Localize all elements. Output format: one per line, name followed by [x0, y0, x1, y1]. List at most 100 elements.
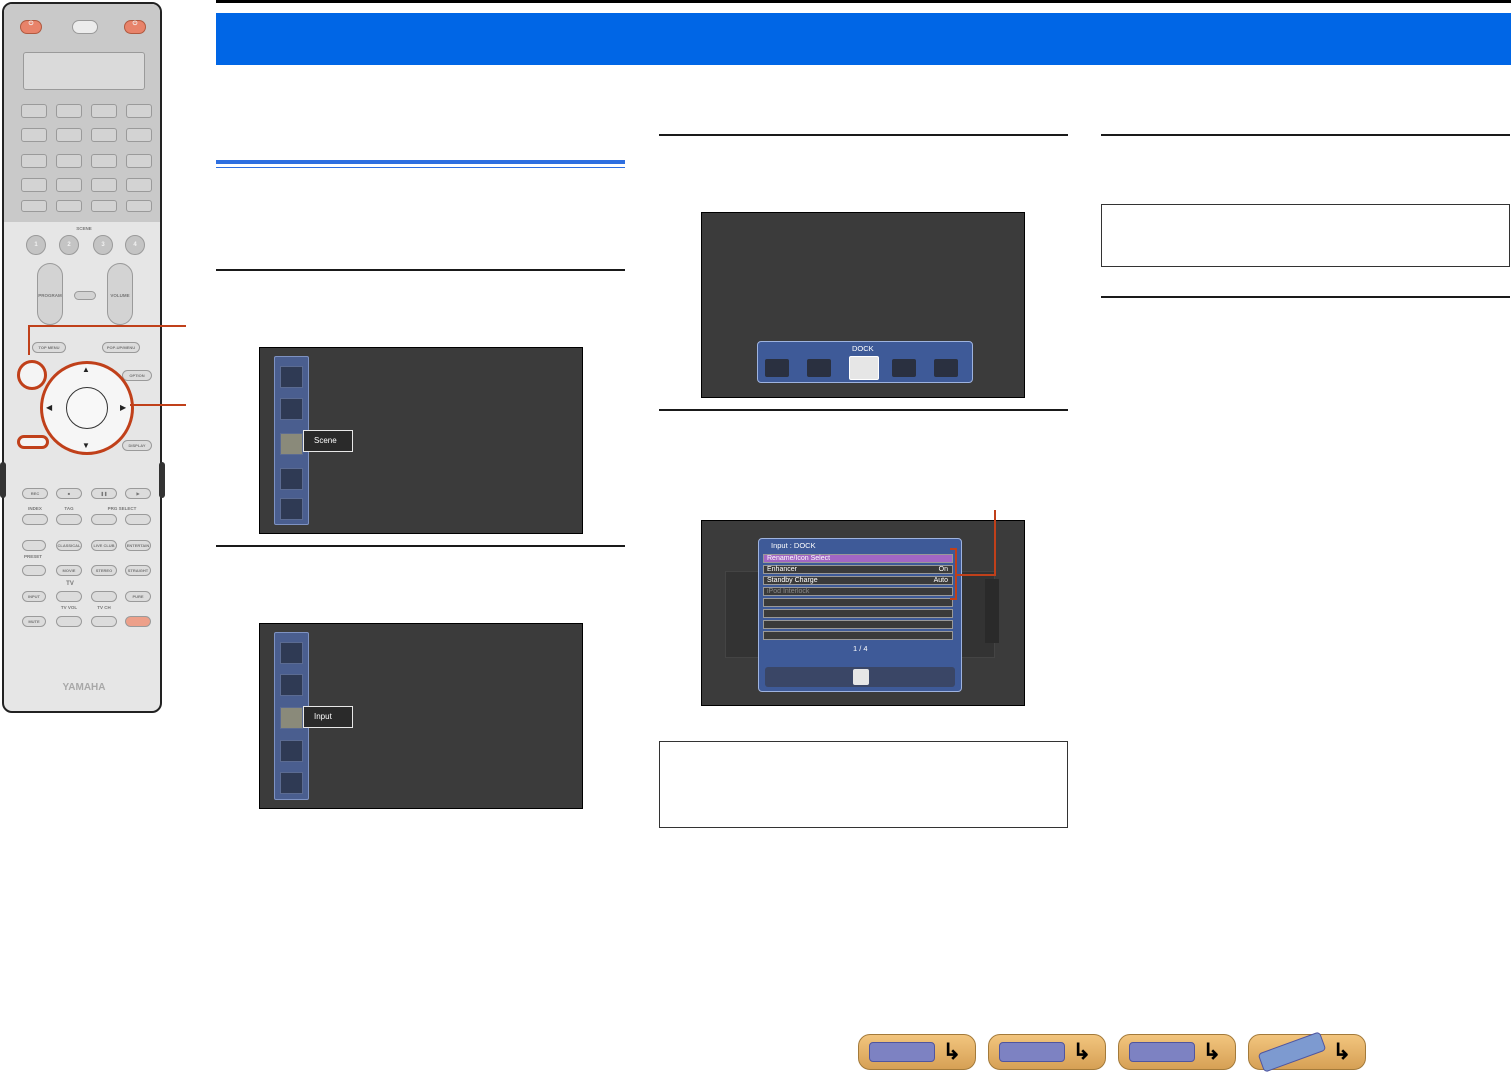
step-3-rule — [659, 134, 1068, 136]
input-menu-label[interactable]: Input — [303, 706, 353, 728]
osd-input-dock-menu: Input : DOCK Rename/Icon Select Enhancer… — [701, 520, 1025, 706]
scene-1-button[interactable]: 1 — [26, 235, 46, 255]
input-menu-icon — [280, 468, 303, 490]
cursor-right-icon[interactable]: ▶ — [120, 403, 126, 412]
yamaha-logo: YAMAHA — [62, 682, 106, 693]
osd-dock-select: DOCK — [701, 212, 1025, 398]
enhancer-row[interactable]: Enhancer On — [763, 565, 953, 574]
stereo-button[interactable]: STEREO — [91, 565, 117, 576]
rec-button[interactable]: REC — [22, 488, 48, 499]
enter-button[interactable] — [66, 387, 108, 429]
preset-down-button[interactable] — [22, 565, 46, 576]
remote-side-tab-right — [159, 462, 165, 498]
popup-menu-button[interactable]: POP-UP/MENU — [102, 342, 140, 353]
pure-direct-button[interactable]: PURE DIRECT — [125, 591, 151, 602]
note-box-middle — [659, 741, 1068, 828]
cursor-left-icon[interactable]: ◀ — [46, 403, 52, 412]
play-button[interactable]: ▶ — [125, 488, 151, 499]
scene-2-button[interactable]: 2 — [59, 235, 79, 255]
input-icon-4[interactable] — [892, 359, 916, 377]
callout-line-2 — [130, 404, 186, 406]
tv-vol-label: TV VOL — [60, 605, 78, 610]
dock-input-bar: DOCK — [757, 341, 973, 383]
remote-icon — [1257, 1031, 1327, 1073]
movie-button[interactable]: MOVIE — [56, 565, 82, 576]
jump-arrow-icon: ↳ — [1332, 1039, 1351, 1064]
tv-ch-button[interactable] — [91, 591, 117, 602]
scene-4-button[interactable]: 4 — [125, 235, 145, 255]
on-screen-button[interactable] — [17, 360, 47, 390]
jump-arrow-icon: ↳ — [942, 1039, 961, 1064]
scene-menu-label[interactable]: Scene — [303, 430, 353, 452]
tv-input-button[interactable]: INPUT — [22, 591, 46, 602]
remote-control-illustration: ⏻ ⏻ SCENE 1 2 3 4 PROGRAM VOLUME TOP MEN… — [2, 2, 162, 713]
display-nav-button[interactable]: ↳ — [1118, 1034, 1236, 1070]
callout-line-h — [957, 574, 996, 576]
front-panel-nav-button[interactable]: ↳ — [858, 1034, 976, 1070]
empty-row-2 — [763, 609, 953, 618]
cursor-down-icon[interactable]: ▼ — [82, 441, 90, 450]
input-menu-icon-selected — [280, 707, 303, 729]
option-button[interactable]: OPTION — [122, 370, 152, 381]
front-panel-icon — [869, 1042, 935, 1062]
tv-vol-button[interactable] — [56, 591, 82, 602]
live-club-button[interactable]: LIVE CLUB — [91, 540, 117, 551]
step-1-rule — [216, 269, 625, 271]
straight-button[interactable]: STRAIGHT — [125, 565, 151, 576]
tv-vol-down-button[interactable] — [56, 616, 82, 627]
standby-charge-row[interactable]: Standby Charge Auto — [763, 576, 953, 585]
rename-icon-select-row[interactable]: Rename/Icon Select — [763, 554, 953, 563]
volume-label: VOLUME — [110, 293, 130, 298]
step-6-rule — [1101, 296, 1510, 298]
mute-small-button[interactable] — [74, 291, 96, 300]
rear-panel-icon — [999, 1042, 1065, 1062]
tv-ch-down-button[interactable] — [91, 616, 117, 627]
pause-button[interactable]: ❚❚ — [91, 488, 117, 499]
input-icon-2[interactable] — [807, 359, 831, 377]
menu-icon-b — [280, 674, 303, 696]
classical-button[interactable]: CLASSICAL — [56, 540, 82, 551]
program-label: PROGRAM — [38, 293, 62, 298]
ipod-interlock-row[interactable]: iPod Interlock — [763, 587, 953, 596]
stop-button[interactable]: ■ — [56, 488, 82, 499]
callout-line-v — [994, 510, 996, 576]
jump-arrow-icon: ↳ — [1072, 1039, 1091, 1064]
section-heading-rule-thin — [216, 167, 625, 168]
callout-line-1b — [28, 325, 30, 355]
power-right-button[interactable]: ⏻ — [124, 20, 146, 34]
remote-nav-button[interactable]: ↳ — [1248, 1031, 1366, 1073]
remote-side-tab-left — [0, 462, 6, 498]
note-box-right — [1101, 204, 1510, 267]
entertain-button[interactable]: ENTERTAIN — [125, 540, 151, 551]
input-icon-1[interactable] — [765, 359, 789, 377]
top-menu-button[interactable]: TOP MENU — [32, 342, 66, 353]
menu-icon-5 — [280, 498, 303, 520]
power-left-button[interactable]: ⏻ — [20, 20, 42, 34]
scene-3-button[interactable]: 3 — [93, 235, 113, 255]
rear-panel-nav-button[interactable]: ↳ — [988, 1034, 1106, 1070]
display-icon — [1129, 1042, 1195, 1062]
source-button[interactable] — [72, 20, 98, 34]
tv-label: TV — [66, 581, 74, 587]
callout-bracket-top — [950, 548, 957, 550]
input-icon-5[interactable] — [934, 359, 958, 377]
display-button[interactable]: DISPLAY — [122, 440, 152, 451]
preset-label: PRESET — [23, 554, 42, 559]
step-5-rule — [1101, 134, 1510, 136]
dock-icon-small — [853, 669, 869, 685]
preset-up-button[interactable] — [22, 540, 46, 551]
side-icon-strip — [985, 579, 999, 643]
tv-power-button[interactable] — [125, 616, 151, 627]
return-button[interactable] — [17, 435, 49, 449]
jump-arrow-icon: ↳ — [1202, 1039, 1221, 1064]
menu-icon-a — [280, 642, 303, 664]
menu-icon-e — [280, 772, 303, 794]
tv-ch-label: TV CH — [97, 605, 111, 610]
empty-row-4 — [763, 631, 953, 640]
cursor-up-icon[interactable]: ▲ — [82, 365, 90, 374]
tv-mute-button[interactable]: MUTE — [22, 616, 46, 627]
menu-icon-2 — [280, 398, 303, 420]
prg-select-label: PRG SELECT — [107, 506, 137, 511]
dock-icon[interactable] — [849, 356, 879, 380]
osd-scene-menu: Scene — [259, 347, 583, 534]
